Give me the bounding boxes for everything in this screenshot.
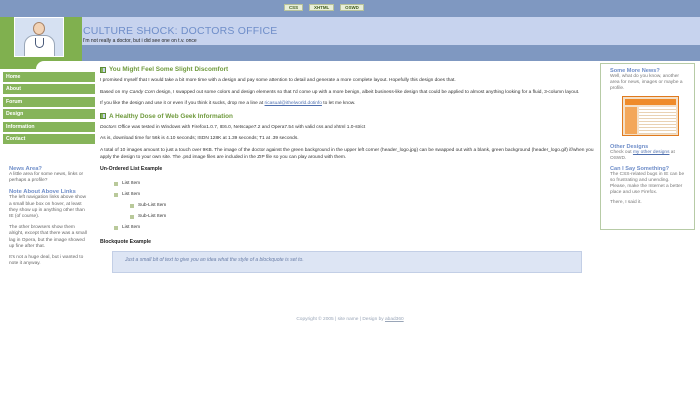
bullet-icon [114,192,118,197]
say-something-text: The CSS-related bugs in IE can be so fru… [610,172,685,195]
oswd-badge[interactable]: OSWD [340,4,364,11]
blockquote-heading: Blockquote Example [100,239,152,246]
paragraph: I promised myself that I would take a bi… [100,78,456,83]
css-badge[interactable]: CSS [284,4,304,11]
section-heading: You Might Feel Some Slight Discomfort [100,66,597,73]
left-navigation: Home About Forum Design Information Cont… [3,72,95,146]
note-text: The other browsers show them alright, ex… [9,225,87,249]
nav-information[interactable]: Information [3,121,95,132]
list-item: List Item [114,189,597,200]
heading-bullet-icon [100,66,106,73]
list-heading: Un-Ordered List Example [100,166,163,173]
design-thumbnail[interactable] [622,96,679,136]
other-designs-link[interactable]: my other designs [633,150,670,155]
nav-contact[interactable]: Contact [3,133,95,144]
section-heading: A Healthy Dose of Web Geek Information [100,113,597,120]
site-tagline: I'm not really a doctor, but i did see o… [83,38,197,44]
paragraph: A total of 10 images amount to just a to… [100,147,594,160]
said-it-text: There, I said it. [610,200,642,205]
unordered-list: List Item List Item Sub-List Item Sub-Li… [114,178,597,233]
list-item: List Item [114,178,597,189]
bullet-icon [114,225,118,230]
paragraph: Based on my Candy Corn design, I swapped… [100,89,580,95]
bullet-icon [130,203,134,208]
bullet-icon [114,181,118,186]
left-column: News Area? A little area for some news, … [9,164,89,272]
blockquote: Just a small bit of text to give you an … [112,251,582,274]
other-designs-text: Check out my other designs at OSWD. [610,150,675,161]
design-credit-link[interactable]: abad360 [385,317,404,322]
site-title: CULTURE SHOCK: DOCTORS OFFICE [83,25,278,37]
note-text: The left navigation links above show a s… [9,195,87,220]
doctor-image [14,17,64,57]
bullet-icon [130,214,134,219]
right-sidebar: Some More News? Well, what do you know, … [600,63,695,230]
more-news-text: Well, what do you know, another area for… [610,74,683,91]
main-content: You Might Feel Some Slight Discomfort I … [100,63,597,274]
email-link[interactable]: ricasual@ithelworld.dotinfo [265,101,322,106]
footer: Copyright © 2005 | site name | Design by… [296,317,404,322]
list-item: List Item [114,222,597,233]
nav-about[interactable]: About [3,84,95,95]
nav-forum[interactable]: Forum [3,96,95,107]
validator-bar: CSS XHTML OSWD [0,0,700,17]
nav-design[interactable]: Design [3,109,95,120]
sub-list-item: Sub-List Item [130,211,597,222]
validator-badges: CSS XHTML OSWD [284,4,364,11]
sub-list-item: Sub-List Item [130,200,597,211]
stethoscope-icon [35,38,44,48]
paragraph: Doctors Office was tested in Windows wit… [100,124,366,130]
heading-bullet-icon [100,113,106,120]
header-stripe [82,45,700,61]
header-logo [0,17,82,61]
news-text: A little area for some news, links or pe… [9,172,84,184]
xhtml-badge[interactable]: XHTML [309,4,335,11]
paragraph: As is, download time for 56k is 4.10 sec… [100,136,299,142]
note-text: It's not a huge deal, but i wanted to no… [9,255,84,267]
paragraph: If you like the design and use it or eve… [100,101,356,107]
site-header: CULTURE SHOCK: DOCTORS OFFICE I'm not re… [0,17,700,61]
nav-home[interactable]: Home [3,72,95,82]
